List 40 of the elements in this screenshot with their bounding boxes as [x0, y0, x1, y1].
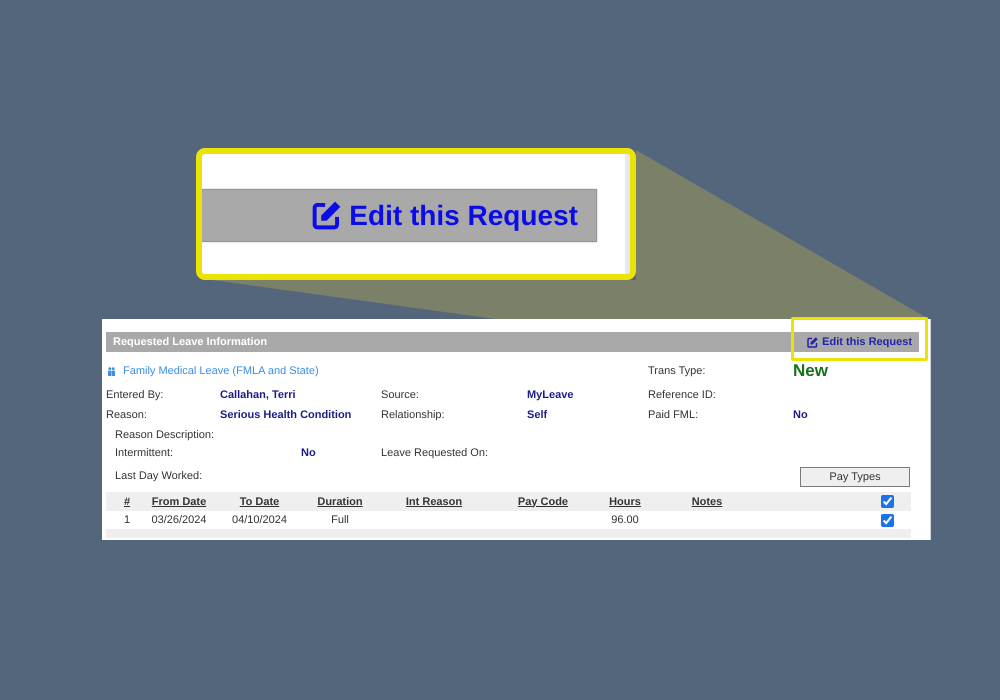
section-title: Requested Leave Information	[113, 336, 268, 348]
field-label: Relationship:	[381, 409, 445, 421]
field-label: Last Day Worked:	[115, 470, 202, 482]
field-label: Reason:	[106, 409, 147, 421]
column-header[interactable]: #	[124, 496, 130, 508]
field-value: Serious Health Condition	[220, 409, 352, 421]
field-value: No	[793, 409, 808, 421]
table-cell: 03/26/2024	[151, 514, 207, 526]
field-label: Paid FML:	[648, 409, 698, 421]
field-label: Leave Requested On:	[381, 447, 488, 459]
column-header[interactable]: Int Reason	[406, 496, 462, 508]
edit-icon	[312, 201, 342, 230]
column-header[interactable]: To Date	[240, 496, 280, 508]
table-cell: 04/10/2024	[232, 514, 288, 526]
magnified-edit-label: Edit this Request	[349, 200, 578, 232]
field-label: Reference ID:	[648, 389, 716, 401]
column-header[interactable]: Duration	[317, 496, 363, 508]
column-header[interactable]: Notes	[692, 496, 722, 508]
edit-request-link[interactable]: Edit this Request	[807, 336, 912, 348]
row-checkbox[interactable]	[880, 514, 894, 526]
field-value: No	[301, 447, 316, 459]
field-label: Source:	[381, 389, 419, 401]
field-value: Self	[527, 409, 548, 421]
table-cell: 96.00	[611, 514, 639, 526]
pay-types-button[interactable]: Pay Types	[800, 467, 910, 487]
people-icon	[108, 366, 115, 376]
table-cell: Full	[331, 514, 349, 526]
edit-icon	[807, 336, 818, 348]
field-label: Entered By:	[106, 389, 164, 401]
select-all-checkbox[interactable]	[880, 495, 894, 508]
trans-type-value: New	[793, 361, 828, 381]
table-cell: 1	[124, 514, 130, 526]
field-value: MyLeave	[527, 389, 574, 401]
field-label: Reason Description:	[115, 429, 214, 441]
field-label: Intermittent:	[115, 447, 174, 459]
column-header[interactable]: Pay Code	[518, 496, 568, 508]
field-value: Callahan, Terri	[220, 389, 296, 401]
column-header[interactable]: From Date	[152, 496, 206, 508]
field-label: Trans Type:	[648, 365, 706, 377]
column-header[interactable]: Hours	[609, 496, 641, 508]
